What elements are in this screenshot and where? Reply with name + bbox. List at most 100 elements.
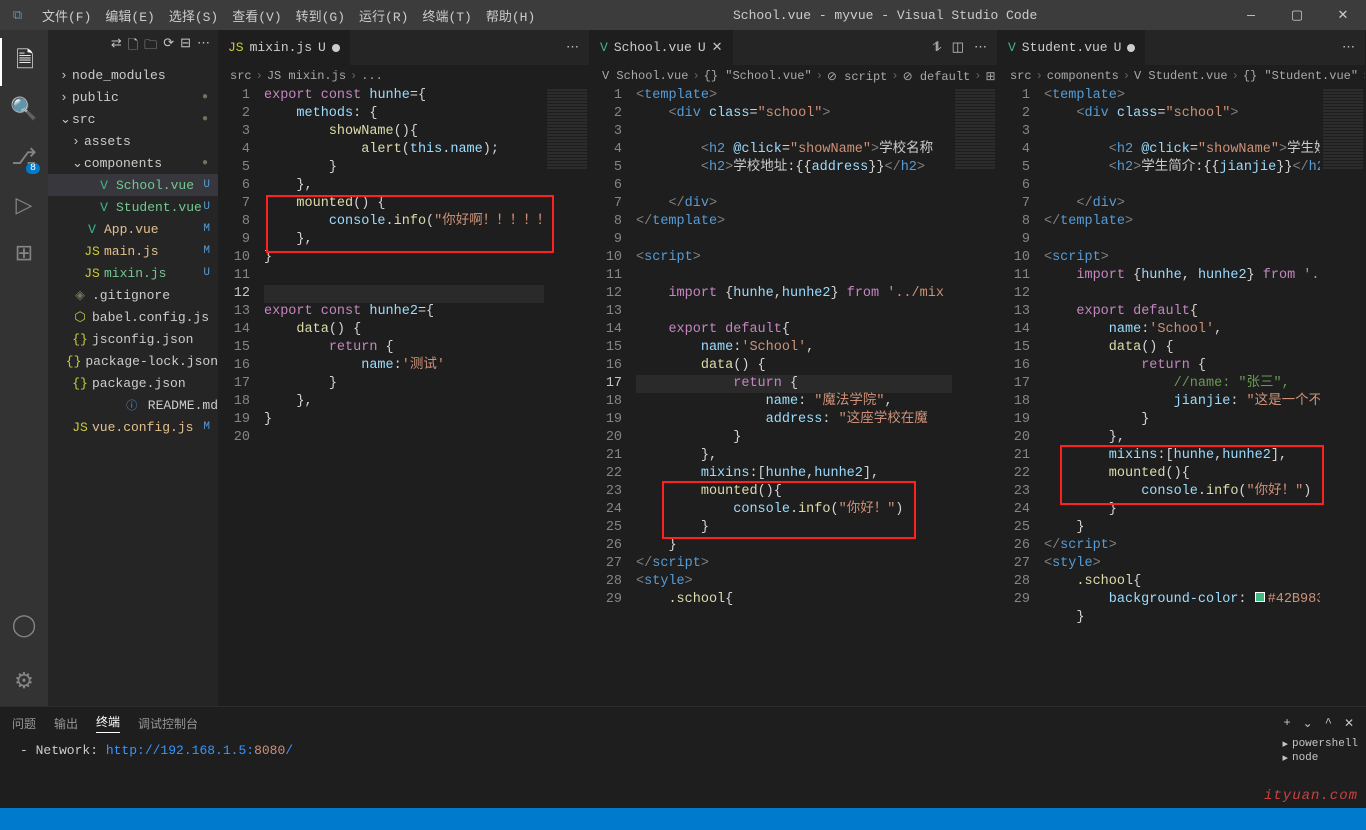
explorer-action-icon[interactable]: ⇄ (111, 36, 122, 58)
breadcrumb[interactable]: V School.vue › {} "School.vue" › ⊘ scrip… (590, 65, 997, 87)
maximize-panel-icon[interactable]: ^ (1325, 716, 1332, 731)
tree-item[interactable]: {}package.json (48, 372, 218, 394)
tree-item[interactable]: ⬡babel.config.js (48, 306, 218, 328)
refresh-icon[interactable]: ⟳ (163, 36, 174, 58)
terminal-output[interactable]: - Network: http://192.168.1.5:8080/ (0, 739, 1366, 762)
tree-item[interactable]: ◈.gitignore (48, 284, 218, 306)
tree-item[interactable]: {}jsconfig.json (48, 328, 218, 350)
close-button[interactable]: ✕ (1320, 8, 1366, 23)
tree-label: README.md (148, 398, 218, 413)
tab-student-vue[interactable]: V Student.vue U (998, 30, 1146, 65)
terminal-entry[interactable]: ▸ node (1282, 751, 1358, 765)
menu-item[interactable]: 选择(S) (162, 6, 225, 25)
window-controls[interactable]: — ▢ ✕ (1228, 8, 1366, 23)
source-control-icon[interactable]: ⎇8 (0, 134, 48, 182)
tab-bar[interactable]: V Student.vue U ⋯ (998, 30, 1365, 65)
panel-tab[interactable]: 问题 (12, 715, 36, 732)
minimap[interactable] (544, 87, 589, 706)
crumb[interactable]: src (230, 69, 252, 83)
code-editor[interactable]: 1234567891011121314151617181920212223242… (590, 87, 997, 706)
panel-tabs[interactable]: 问题 输出 终端 调试控制台 + ⌄ ^ ✕ (0, 707, 1366, 739)
tree-item[interactable]: JSmain.jsM (48, 240, 218, 262)
crumb[interactable]: ⊘ default (903, 69, 971, 84)
file-tree[interactable]: ›node_modules›public●⌄src●›assets⌄compon… (48, 64, 218, 438)
crumb[interactable]: ⊞ data (985, 69, 997, 84)
tab-mixin-js[interactable]: JS mixin.js U (218, 30, 351, 65)
js-file-icon: JS (228, 40, 244, 55)
menu-item[interactable]: 编辑(E) (98, 6, 161, 25)
tree-item[interactable]: VApp.vueM (48, 218, 218, 240)
menu-item[interactable]: 帮助(H) (479, 6, 542, 25)
run-debug-icon[interactable]: ▷ (0, 182, 48, 230)
crumb[interactable]: V Student.vue (1134, 69, 1228, 83)
crumb[interactable]: {} "School.vue" (704, 69, 812, 83)
menu-item[interactable]: 文件(F) (35, 6, 98, 25)
crumb[interactable]: ⊘ script (827, 69, 887, 84)
explorer-icon[interactable]: 🗎 (0, 38, 48, 86)
menu-item[interactable]: 终端(T) (415, 6, 478, 25)
panel-tab[interactable]: 终端 (96, 713, 120, 733)
panel-tab[interactable]: 调试控制台 (138, 715, 198, 732)
settings-icon[interactable]: ⚙ (0, 658, 48, 706)
tree-item[interactable]: ›node_modules (48, 64, 218, 86)
terminal-list[interactable]: ▸ powershell▸ node (1282, 737, 1358, 765)
accounts-icon[interactable]: ◯ (0, 602, 48, 650)
tree-item[interactable]: VSchool.vueU (48, 174, 218, 196)
terminal-port: 8080 (254, 743, 285, 758)
crumb[interactable]: JS mixin.js (267, 69, 346, 83)
maximize-button[interactable]: ▢ (1274, 8, 1320, 23)
new-terminal-icon[interactable]: + (1283, 716, 1290, 731)
tree-item[interactable]: ⓘREADME.md (48, 394, 218, 416)
menu-item[interactable]: 查看(V) (225, 6, 288, 25)
tab-bar[interactable]: JS mixin.js U ⋯ (218, 30, 589, 65)
new-folder-icon[interactable]: 🗀 (144, 36, 157, 58)
collapse-icon[interactable]: ⊟ (180, 36, 191, 58)
tree-label: .gitignore (92, 288, 170, 303)
tree-item[interactable]: {}package-lock.json (48, 350, 218, 372)
minimize-button[interactable]: — (1228, 8, 1274, 23)
modified-dot-icon (332, 44, 340, 52)
crumb[interactable]: {} "Student.vue" (1243, 69, 1358, 83)
terminal-url[interactable]: http://192.168.1.5: (106, 743, 254, 758)
tab-bar[interactable]: V School.vue U ✕ ⥮ ◫ ⋯ (590, 30, 997, 65)
more-icon[interactable]: ⋯ (197, 36, 210, 58)
breadcrumb[interactable]: src › components › V Student.vue › {} "S… (998, 65, 1365, 87)
close-tab-icon[interactable]: ✕ (712, 40, 723, 55)
status-bar[interactable] (0, 808, 1366, 830)
crumb[interactable]: ... (361, 69, 383, 83)
tree-item[interactable]: JSvue.config.jsM (48, 416, 218, 438)
crumb[interactable]: V School.vue (602, 69, 688, 83)
split-icon[interactable]: ◫ (952, 40, 964, 55)
tree-item[interactable]: JSmixin.jsU (48, 262, 218, 284)
tab-label: mixin.js (250, 40, 312, 55)
crumb[interactable]: components (1047, 69, 1119, 83)
terminal-dropdown-icon[interactable]: ⌄ (1303, 716, 1313, 731)
more-actions-icon[interactable]: ⋯ (1342, 40, 1355, 55)
tree-item[interactable]: ›public● (48, 86, 218, 108)
menu-bar[interactable]: 文件(F)编辑(E)选择(S)查看(V)转到(G)运行(R)终端(T)帮助(H) (35, 6, 542, 25)
extensions-icon[interactable]: ⊞ (0, 230, 48, 278)
new-file-icon[interactable]: 🗋 (128, 36, 138, 58)
tree-item[interactable]: VStudent.vueU (48, 196, 218, 218)
tab-label: School.vue (614, 40, 692, 55)
code-editor[interactable]: 1234567891011121314151617181920212223242… (998, 87, 1365, 706)
more-actions-icon[interactable]: ⋯ (974, 40, 987, 55)
breadcrumb[interactable]: src › JS mixin.js › ... (218, 65, 589, 87)
minimap[interactable] (952, 87, 997, 706)
close-panel-icon[interactable]: ✕ (1344, 716, 1354, 731)
tab-school-vue[interactable]: V School.vue U ✕ (590, 30, 734, 65)
more-actions-icon[interactable]: ⋯ (566, 40, 579, 55)
menu-item[interactable]: 转到(G) (289, 6, 352, 25)
explorer-header[interactable]: ⇄ 🗋 🗀 ⟳ ⊟ ⋯ (48, 30, 218, 64)
tree-item[interactable]: ⌄src● (48, 108, 218, 130)
diff-icon[interactable]: ⥮ (932, 40, 941, 55)
crumb[interactable]: src (1010, 69, 1032, 83)
tree-item[interactable]: ›assets (48, 130, 218, 152)
terminal-entry[interactable]: ▸ powershell (1282, 737, 1358, 751)
search-icon[interactable]: 🔍 (0, 86, 48, 134)
tree-item[interactable]: ⌄components● (48, 152, 218, 174)
panel-tab[interactable]: 输出 (54, 715, 78, 732)
menu-item[interactable]: 运行(R) (352, 6, 415, 25)
minimap[interactable] (1320, 87, 1365, 706)
code-editor[interactable]: 1234567891011121314151617181920 export c… (218, 87, 589, 706)
